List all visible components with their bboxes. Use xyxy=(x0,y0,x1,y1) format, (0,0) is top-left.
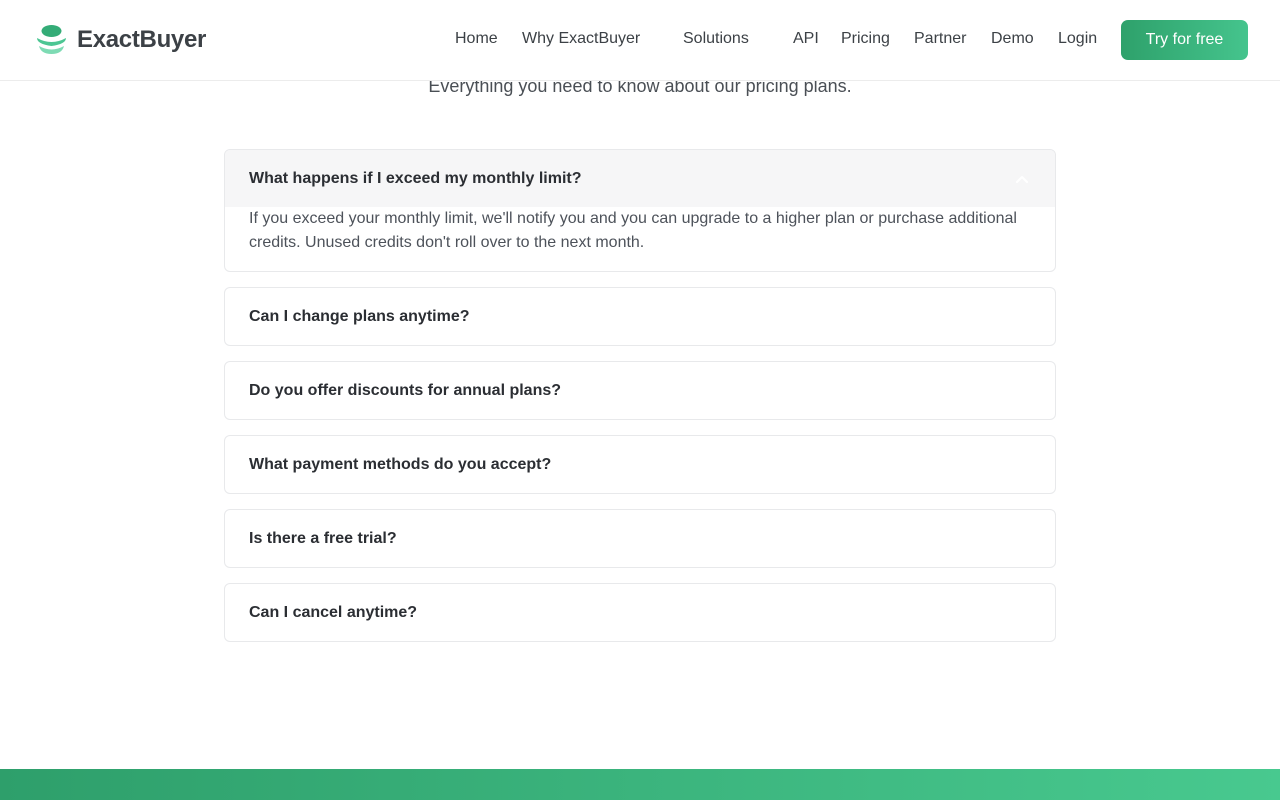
faq-question: Can I cancel anytime? xyxy=(249,603,418,621)
brand-logo[interactable]: ExactBuyer xyxy=(36,24,206,55)
faq-question: What payment methods do you accept? xyxy=(249,455,552,473)
faq-item: Do you offer discounts for annual plans? xyxy=(224,361,1056,420)
faq-question-button[interactable]: Do you offer discounts for annual plans? xyxy=(225,362,1055,419)
nav-login[interactable]: Login xyxy=(1058,30,1097,48)
faq-question-button[interactable]: What happens if I exceed my monthly limi… xyxy=(225,150,1055,207)
faq-question: Is there a free trial? xyxy=(249,529,397,547)
faq-question: Do you offer discounts for annual plans? xyxy=(249,381,562,399)
nav-solutions[interactable]: Solutions xyxy=(683,30,749,48)
nav-home[interactable]: Home xyxy=(455,30,498,48)
nav-partner[interactable]: Partner xyxy=(914,30,966,48)
faq-item: Can I cancel anytime? xyxy=(224,583,1056,642)
faq-question-button[interactable]: Can I cancel anytime? xyxy=(225,584,1055,641)
faq-question-button[interactable]: Is there a free trial? xyxy=(225,510,1055,567)
nav-why-exactbuyer[interactable]: Why ExactBuyer xyxy=(522,30,640,48)
nav-api[interactable]: API xyxy=(793,30,819,48)
faq-item: What payment methods do you accept? xyxy=(224,435,1056,494)
brand-name: ExactBuyer xyxy=(77,25,207,53)
nav-demo[interactable]: Demo xyxy=(991,30,1034,48)
cta-banner-band xyxy=(0,769,1280,800)
faq-item: What happens if I exceed my monthly limi… xyxy=(224,149,1056,272)
faq-question: What happens if I exceed my monthly limi… xyxy=(249,169,582,187)
faq-item: Is there a free trial? xyxy=(224,509,1056,568)
site-header: ExactBuyer Home Why ExactBuyer Solutions… xyxy=(0,0,1280,81)
logo-icon xyxy=(36,24,67,55)
faq-answer: If you exceed your monthly limit, we'll … xyxy=(249,210,1017,251)
faq-question-button[interactable]: Can I change plans anytime? xyxy=(225,288,1055,345)
faq-item: Can I change plans anytime? xyxy=(224,287,1056,346)
faq-question-button[interactable]: What payment methods do you accept? xyxy=(225,436,1055,493)
faq-question: Can I change plans anytime? xyxy=(249,307,470,325)
try-for-free-button[interactable]: Try for free xyxy=(1121,20,1248,60)
nav-pricing[interactable]: Pricing xyxy=(841,30,890,48)
chevron-up-icon[interactable] xyxy=(1015,172,1029,186)
